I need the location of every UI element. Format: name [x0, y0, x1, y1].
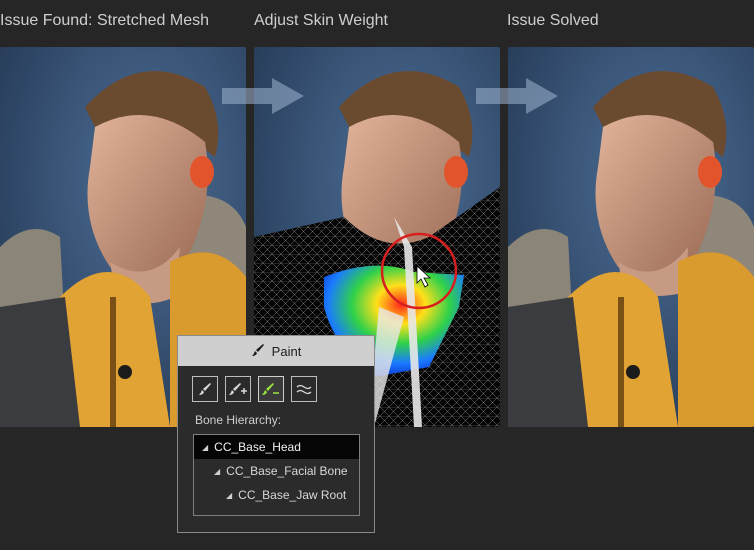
arrow-right-icon: [222, 78, 304, 114]
smooth-button[interactable]: [291, 376, 317, 402]
arrow-right-icon: [476, 78, 558, 114]
expand-triangle-icon[interactable]: ◢: [214, 467, 220, 476]
bone-item-cc-base-head[interactable]: ◢ CC_Base_Head: [194, 435, 359, 459]
paint-brush-icon: [251, 343, 265, 360]
panel-title-adjust-skin-weight: Adjust Skin Weight: [254, 12, 388, 29]
expand-triangle-icon[interactable]: ◢: [226, 491, 232, 500]
paint-panel-title: Paint: [271, 343, 302, 359]
panel-title-issue-solved: Issue Solved: [507, 12, 599, 29]
paint-tools: [178, 366, 374, 402]
brush-icon: [199, 383, 211, 395]
smooth-icon: [296, 384, 312, 395]
expand-triangle-icon[interactable]: ◢: [202, 443, 208, 452]
paint-panel: Paint Bone Hierarchy: ◢ CC_Base_Head ◢ C…: [177, 335, 375, 533]
panel-title-issue-found: Issue Found: Stretched Mesh: [0, 12, 209, 29]
bone-item-label: CC_Base_Jaw Root: [238, 488, 347, 502]
bone-item-cc-base-jaw-root[interactable]: ◢ CC_Base_Jaw Root: [194, 483, 359, 507]
brush-button[interactable]: [192, 376, 218, 402]
paint-panel-header: Paint: [178, 336, 374, 366]
bone-hierarchy-tree: ◢ CC_Base_Head ◢ CC_Base_Facial Bone ◢ C…: [193, 434, 360, 516]
bone-item-label: CC_Base_Facial Bone: [226, 464, 348, 478]
brush-subtract-button[interactable]: [258, 376, 284, 402]
brush-subtract-icon: [262, 383, 279, 395]
bone-item-cc-base-facial-bone[interactable]: ◢ CC_Base_Facial Bone: [194, 459, 359, 483]
brush-add-button[interactable]: [225, 376, 251, 402]
bone-hierarchy-label: Bone Hierarchy:: [195, 413, 282, 427]
bone-item-label: CC_Base_Head: [214, 440, 301, 454]
brush-add-icon: [229, 383, 247, 395]
